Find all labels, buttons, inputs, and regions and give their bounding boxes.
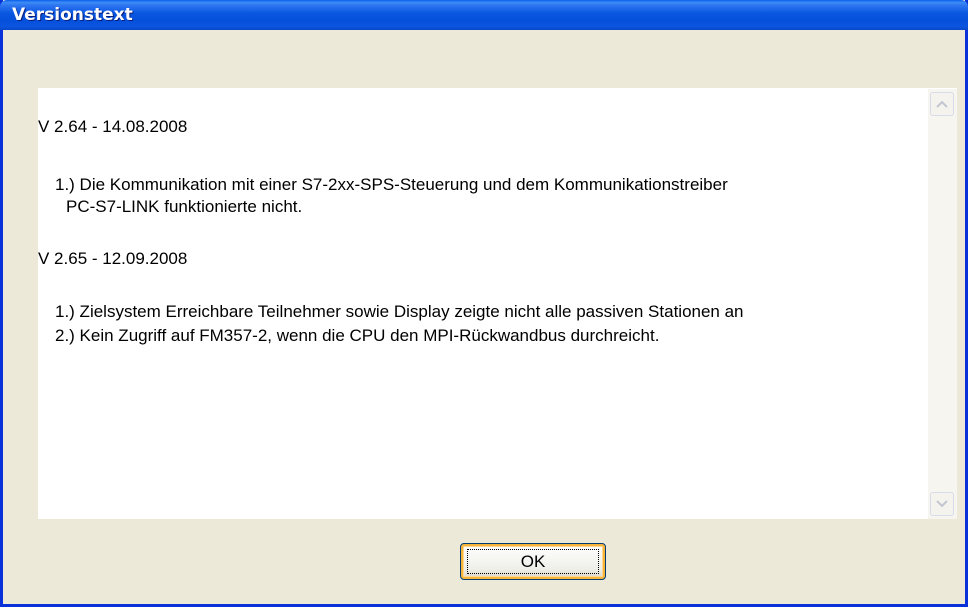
window-title: Versionstext: [12, 5, 133, 25]
scroll-up-button[interactable]: [930, 92, 954, 116]
title-bar[interactable]: Versionstext: [0, 0, 968, 30]
chevron-up-icon: [936, 100, 948, 108]
change-entry: 1.) Die Kommunikation mit einer S7-2xx-S…: [55, 175, 728, 194]
version-heading: V 2.65 - 12.09.2008: [38, 249, 188, 268]
dialog-window: Versionstext V 2.64 - 14.08.2008 1.) Die…: [0, 0, 968, 607]
scroll-down-button[interactable]: [930, 492, 954, 516]
change-entry: 1.) Zielsystem Erreichbare Teilnehmer so…: [55, 302, 744, 321]
vertical-scrollbar[interactable]: [928, 89, 957, 519]
version-text-box[interactable]: V 2.64 - 14.08.2008 1.) Die Kommunikatio…: [38, 88, 957, 519]
version-heading: V 2.64 - 14.08.2008: [38, 117, 188, 136]
version-text-content: V 2.64 - 14.08.2008 1.) Die Kommunikatio…: [38, 89, 928, 519]
change-entry: 2.) Kein Zugriff auf FM357-2, wenn die C…: [55, 326, 660, 345]
chevron-down-icon: [936, 500, 948, 508]
ok-button[interactable]: OK: [460, 543, 606, 580]
ok-button-label: OK: [520, 552, 546, 571]
change-entry-continuation: PC-S7-LINK funktionierte nicht.: [66, 197, 303, 216]
